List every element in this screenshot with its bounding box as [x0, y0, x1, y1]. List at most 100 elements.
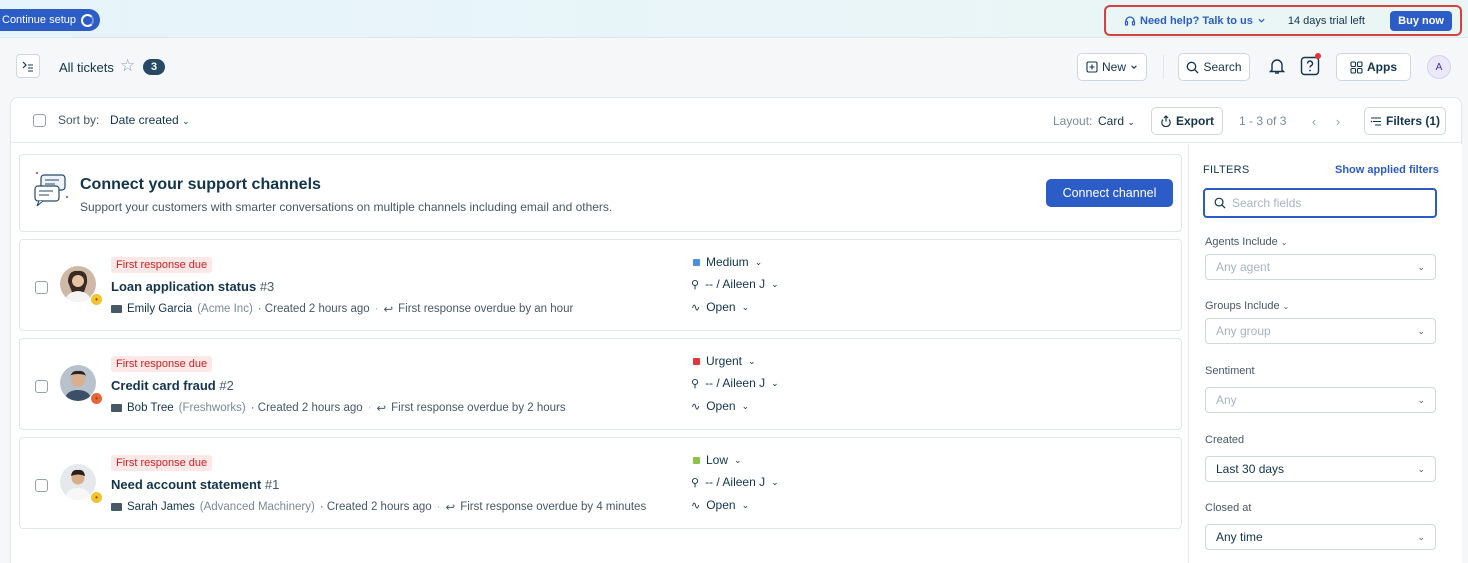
connect-channels-banner: Connect your support channels Support yo…	[19, 154, 1182, 232]
ticket-card[interactable]: • First response due Credit card fraud #…	[19, 338, 1182, 430]
apps-button[interactable]: Apps	[1336, 53, 1411, 81]
requester-company: (Acme Inc)	[197, 303, 253, 315]
agents-label-text: Agents Include	[1205, 236, 1278, 248]
status-dropdown[interactable]: ∿ Open ⌄	[691, 300, 749, 314]
top-banner: Continue setup Need help? Talk to us 14 …	[0, 0, 1468, 38]
requester-company: (Advanced Machinery)	[199, 501, 315, 513]
sentiment-filter-label: Sentiment	[1205, 365, 1255, 377]
page-title: All tickets	[59, 60, 114, 75]
chevron-down-icon: ⌄	[748, 355, 756, 366]
groups-select[interactable]: Any group ⌄	[1205, 318, 1436, 344]
agents-filter-label[interactable]: Agents Include ⌄	[1205, 236, 1288, 248]
ticket-checkbox[interactable]	[35, 380, 48, 393]
reply-icon: ↩	[376, 403, 387, 415]
menu-toggle-icon	[22, 61, 33, 72]
star-icon[interactable]: ☆	[120, 56, 135, 76]
chevron-down-icon: ⌄	[771, 476, 779, 487]
page-header: All tickets ☆ 3 New Search Apps A	[0, 39, 1468, 95]
continue-setup-button[interactable]: Continue setup	[0, 9, 100, 31]
bell-icon[interactable]	[1266, 53, 1288, 79]
filter-search-input[interactable]	[1232, 196, 1422, 210]
priority-square-icon	[693, 258, 700, 266]
groups-select-value: Any group	[1216, 324, 1271, 338]
assignee-dropdown[interactable]: ⚲ -- / Aileen J ⌄	[691, 475, 779, 489]
first-response-due-badge: First response due	[111, 257, 213, 273]
sentiment-neutral-icon: •	[90, 491, 103, 504]
meta-separator: ·	[436, 501, 441, 513]
mail-icon	[111, 503, 122, 511]
activity-icon: ∿	[691, 499, 701, 512]
connect-subtitle: Support your customers with smarter conv…	[80, 200, 613, 214]
connect-channel-button[interactable]: Connect channel	[1046, 179, 1173, 207]
chevron-down-icon: ⌄	[1417, 261, 1425, 272]
ticket-checkbox[interactable]	[35, 281, 48, 294]
overdue-text: First response overdue by an hour	[398, 303, 574, 315]
first-response-due-badge: First response due	[111, 455, 213, 471]
chevron-down-icon: ⌄	[1417, 531, 1425, 542]
search-button[interactable]: Search	[1178, 53, 1250, 81]
person-icon: ⚲	[691, 476, 700, 489]
status-dropdown[interactable]: ∿ Open ⌄	[691, 399, 749, 413]
buy-now-button[interactable]: Buy now	[1390, 10, 1452, 31]
created-time: · Created 2 hours ago	[319, 501, 432, 513]
overdue-text: First response overdue by 4 minutes	[460, 501, 647, 513]
closed-at-select-value: Any time	[1216, 530, 1263, 544]
priority-dropdown[interactable]: Low ⌄	[691, 453, 742, 467]
filters-button[interactable]: Filters (1)	[1364, 107, 1446, 135]
sentiment-select[interactable]: Any ⌄	[1205, 387, 1436, 413]
menu-toggle-button[interactable]	[16, 54, 40, 78]
agents-select[interactable]: Any agent ⌄	[1205, 254, 1436, 280]
ticket-title[interactable]: Need account statement #1	[111, 477, 279, 492]
requester-name[interactable]: Bob Tree	[127, 402, 174, 414]
new-button[interactable]: New	[1077, 53, 1147, 81]
ticket-title[interactable]: Credit card fraud #2	[111, 378, 234, 393]
status-value: Open	[706, 399, 736, 413]
meta-separator: ·	[374, 303, 379, 315]
closed-at-select[interactable]: Any time ⌄	[1205, 524, 1436, 550]
trial-days-text: 14 days trial left	[1287, 14, 1365, 27]
assignee-dropdown[interactable]: ⚲ -- / Aileen J ⌄	[691, 277, 779, 291]
help-link[interactable]: Need help? Talk to us	[1124, 15, 1266, 27]
chevron-down-icon: ⌄	[1280, 238, 1288, 247]
sort-dropdown[interactable]: Date created ⌄	[110, 113, 190, 127]
priority-dropdown[interactable]: Medium ⌄	[691, 255, 762, 269]
assignee-dropdown[interactable]: ⚲ -- / Aileen J ⌄	[691, 376, 779, 390]
export-button-label: Export	[1175, 114, 1214, 128]
chevron-right-icon[interactable]: ›	[1328, 110, 1348, 132]
priority-square-icon	[693, 357, 700, 365]
requester-company: (Freshworks)	[178, 402, 246, 414]
ticket-card[interactable]: • First response due Need account statem…	[19, 437, 1182, 529]
select-all-checkbox[interactable]	[33, 114, 46, 127]
ticket-title[interactable]: Loan application status #3	[111, 279, 274, 294]
created-time: · Created 2 hours ago	[257, 303, 370, 315]
show-applied-filters-link[interactable]: Show applied filters	[1335, 164, 1439, 176]
assignee-value: -- / Aileen J	[705, 475, 766, 489]
search-icon	[1187, 61, 1199, 73]
notification-dot	[1315, 53, 1321, 59]
ticket-subject: Need account statement	[111, 477, 262, 492]
status-dropdown[interactable]: ∿ Open ⌄	[691, 498, 749, 512]
export-button[interactable]: Export	[1151, 107, 1223, 135]
layout-dropdown[interactable]: Card ⌄	[1098, 114, 1135, 128]
activity-icon: ∿	[691, 400, 701, 413]
chevron-down-icon	[1131, 65, 1137, 69]
user-avatar[interactable]: A	[1427, 55, 1451, 79]
priority-dropdown[interactable]: Urgent ⌄	[691, 354, 756, 368]
sentiment-negative-icon: •	[90, 392, 103, 405]
requester-name[interactable]: Emily Garcia	[127, 303, 192, 315]
ticket-card[interactable]: • First response due Loan application st…	[19, 239, 1182, 331]
chevron-left-icon[interactable]: ‹	[1304, 110, 1324, 132]
help-trial-box: Need help? Talk to us 14 days trial left…	[1104, 5, 1462, 36]
groups-filter-label[interactable]: Groups Include ⌄	[1205, 300, 1289, 312]
groups-label-text: Groups Include	[1205, 300, 1280, 312]
ticket-checkbox[interactable]	[35, 479, 48, 492]
created-select[interactable]: Last 30 days ⌄	[1205, 456, 1436, 482]
requester-name[interactable]: Sarah James	[127, 501, 195, 513]
filter-search-field[interactable]	[1203, 188, 1437, 218]
filters-button-label: Filters (1)	[1385, 114, 1440, 128]
tickets-main-panel: Sort by: Date created ⌄ Layout: Card ⌄ E…	[10, 97, 1462, 563]
reply-icon: ↩	[383, 304, 394, 316]
priority-value: Low	[706, 453, 729, 467]
status-value: Open	[706, 498, 736, 512]
ticket-subject: Loan application status	[111, 279, 257, 294]
